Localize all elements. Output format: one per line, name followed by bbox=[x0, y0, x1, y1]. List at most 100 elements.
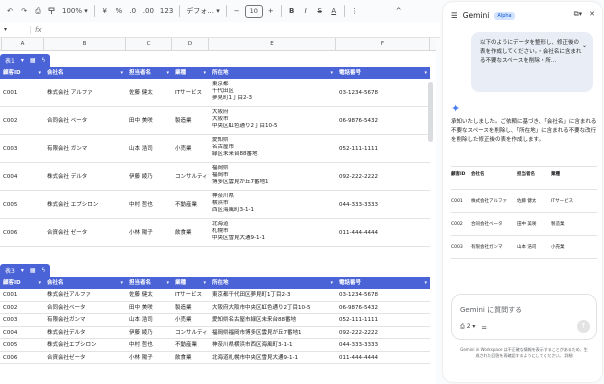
table-cell-person[interactable]: 山本 浩司 bbox=[126, 314, 172, 327]
table-cell-phone[interactable]: 03-1234-5678 bbox=[336, 79, 430, 107]
table-cell-company[interactable]: 有限会社 ガンマ bbox=[44, 135, 126, 163]
table-row[interactable]: C002 合同会社 ベータ 田中 美咲 製造業 大阪府 大阪市 中央区虹色通り2丁目10-5… bbox=[0, 107, 430, 135]
table-cell-id[interactable]: C001 bbox=[0, 289, 44, 302]
font-size-decrease-button[interactable]: − bbox=[231, 3, 243, 19]
table1-header-phone[interactable]: 電話番号 ▾ bbox=[336, 67, 430, 79]
table-row[interactable]: C005 株式会社 エプシロン 中村 哲也 不動産業 神奈川県 横浜市 西区海風町3-1-1… bbox=[0, 191, 430, 219]
table-cell-id[interactable]: C006 bbox=[0, 219, 44, 247]
table-cell-industry[interactable]: 小売業 bbox=[172, 135, 209, 163]
table-cell-phone[interactable]: 092-222-2222 bbox=[336, 163, 430, 191]
table-cell-address[interactable]: 大阪府大阪市中央区虹色通り2丁目10-5 bbox=[209, 302, 336, 315]
paint-format-button[interactable] bbox=[46, 3, 58, 19]
table-cell-id[interactable]: C001 bbox=[0, 79, 44, 107]
strikethrough-button[interactable]: S bbox=[314, 3, 326, 19]
table-row[interactable]: C004 株式会社デルタ 伊藤 綾乃 コンサルティ 福岡県福岡市博多区雲見が丘7番地1 0… bbox=[0, 327, 430, 340]
collapse-toolbar-button[interactable]: ^ bbox=[393, 3, 405, 19]
table1-header-id[interactable]: 顧客ID ▾ bbox=[0, 67, 44, 79]
lightning-icon[interactable]: ϟ bbox=[42, 267, 46, 274]
table-cell-id[interactable]: C002 bbox=[0, 302, 44, 315]
table3-header-company[interactable]: 会社名 ▾ bbox=[44, 277, 126, 289]
table-cell-company[interactable]: 合同会社 ベータ bbox=[44, 107, 126, 135]
table-cell-phone[interactable]: 052-111-1111 bbox=[336, 135, 430, 163]
table-cell-person[interactable]: 山本 浩司 bbox=[126, 135, 172, 163]
column-header-d[interactable]: D bbox=[172, 38, 209, 51]
text-color-button[interactable]: A bbox=[328, 3, 340, 19]
table-cell-person[interactable]: 伊藤 綾乃 bbox=[126, 163, 172, 191]
table-cell-phone[interactable]: 03-1234-5678 bbox=[336, 289, 430, 302]
table-cell-address[interactable]: 神奈川県横浜市西区海風町3-1-1 bbox=[209, 191, 336, 219]
table-cell-company[interactable]: 株式会社 デルタ bbox=[44, 163, 126, 191]
table-cell-phone[interactable]: 044-333-3333 bbox=[336, 191, 430, 219]
close-icon[interactable]: ✕ bbox=[589, 10, 595, 19]
table3-header-industry[interactable]: 業種 ▾ bbox=[172, 277, 209, 289]
table-cell-address[interactable]: 愛知県名古屋市緑区未来台88番地 bbox=[209, 314, 336, 327]
table-row[interactable]: C001 株式会社アルファ 佐藤 健太 ITサービス 東京都千代田区夢見町1丁目2-3 0… bbox=[0, 289, 430, 302]
table-cell-industry[interactable]: 不動産業 bbox=[172, 339, 209, 352]
table-cell-industry[interactable]: 不動産業 bbox=[172, 191, 209, 219]
table-cell-id[interactable]: C005 bbox=[0, 191, 44, 219]
table-cell-company[interactable]: 株式会社 アルファ bbox=[44, 79, 126, 107]
table-cell-phone[interactable]: 06-9876-5432 bbox=[336, 302, 430, 315]
table-cell-address[interactable]: 大阪府大阪市中央区虹色通り2丁目10-5 bbox=[209, 107, 336, 135]
send-button[interactable]: ↑ bbox=[577, 320, 590, 333]
table-cell-address[interactable]: 北海道札幌市中央区雪見大通9-1-1 bbox=[209, 352, 336, 365]
table1-header-address[interactable]: 所在地 ▾ bbox=[209, 67, 336, 79]
table3-header-phone[interactable]: 電話番号 ▾ bbox=[336, 277, 430, 289]
print-button[interactable]: ⎙ bbox=[32, 3, 44, 19]
table-cell-phone[interactable]: 092-222-2222 bbox=[336, 327, 430, 340]
table-cell-id[interactable]: C004 bbox=[0, 163, 44, 191]
table-cell-industry[interactable]: 製造業 bbox=[172, 302, 209, 315]
spreadsheet-grid[interactable]: A B C D E F 表1 ▾ ▦ ϟ 顧客ID ▾ 会社名 ▾ 担当者名 ▾ 業種 ▾… bbox=[0, 38, 436, 384]
currency-button[interactable]: ¥ bbox=[99, 3, 111, 19]
table-row[interactable]: C002 合同会社ベータ 田中 美咲 製造業 大阪府大阪市中央区虹色通り2丁目10-5 0… bbox=[0, 302, 430, 315]
percent-button[interactable]: % bbox=[113, 3, 125, 19]
table-cell-industry[interactable]: 小売業 bbox=[172, 314, 209, 327]
table-cell-person[interactable]: 佐藤 健太 bbox=[126, 79, 172, 107]
lightning-icon[interactable]: ϟ bbox=[42, 57, 46, 64]
table-cell-person[interactable]: 伊藤 綾乃 bbox=[126, 327, 172, 340]
table-cell-person[interactable]: 田中 美咲 bbox=[126, 107, 172, 135]
table-cell-industry[interactable]: ITサービス bbox=[172, 79, 209, 107]
table-view-icon[interactable]: ▦ bbox=[30, 267, 36, 274]
table-cell-address[interactable]: 福岡県福岡市博多区雲見が丘7番地1 bbox=[209, 327, 336, 340]
table-cell-person[interactable]: 小林 陽子 bbox=[126, 219, 172, 247]
table-cell-id[interactable]: C003 bbox=[0, 135, 44, 163]
table-cell-phone[interactable]: 052-111-1111 bbox=[336, 314, 430, 327]
table1-header-person[interactable]: 担当者名 ▾ bbox=[126, 67, 172, 79]
table1-tag[interactable]: 表1 ▾ ▦ ϟ bbox=[0, 54, 51, 67]
table-cell-company[interactable]: 合同会社ベータ bbox=[44, 302, 126, 315]
decrease-decimal-button[interactable]: .0 bbox=[127, 3, 139, 19]
vertical-scrollbar[interactable] bbox=[428, 82, 433, 142]
table-cell-id[interactable]: C002 bbox=[0, 107, 44, 135]
more-options-button[interactable]: ⋮ bbox=[349, 3, 361, 19]
table-cell-industry[interactable]: コンサルティ bbox=[172, 163, 209, 191]
table-cell-industry[interactable]: 飲食業 bbox=[172, 352, 209, 365]
font-size-increase-button[interactable]: + bbox=[265, 3, 277, 19]
table-row[interactable]: C004 株式会社 デルタ 伊藤 綾乃 コンサルティ 福岡県 福岡市 博多区雲見が丘7番地1… bbox=[0, 163, 430, 191]
table-cell-person[interactable]: 小林 陽子 bbox=[126, 352, 172, 365]
table-cell-phone[interactable]: 06-9876-5432 bbox=[336, 107, 430, 135]
table-cell-address[interactable]: 東京都千代田区夢見町1丁目2-3 bbox=[209, 79, 336, 107]
table-cell-company[interactable]: 株式会社 エプシロン bbox=[44, 191, 126, 219]
table-cell-company[interactable]: 株式会社デルタ bbox=[44, 327, 126, 340]
chevron-down-icon[interactable]: ⌄ bbox=[582, 41, 587, 50]
table3-header-address[interactable]: 所在地 ▾ bbox=[209, 277, 336, 289]
table-cell-id[interactable]: C004 bbox=[0, 327, 44, 340]
table1-header-company[interactable]: 会社名 ▾ bbox=[44, 67, 126, 79]
table-row[interactable]: C006 合資会社 ゼータ 小林 陽子 飲食業 北海道 札幌市 中央区雪見大通9-1-1 01… bbox=[0, 219, 430, 247]
table-cell-address[interactable]: 福岡県福岡市博多区雲見が丘7番地1 bbox=[209, 163, 336, 191]
menu-icon[interactable]: ☰ bbox=[451, 11, 458, 20]
file-count-icon[interactable]: ⎙ 2 ▾ bbox=[460, 323, 475, 331]
table-cell-company[interactable]: 合資会社ゼータ bbox=[44, 352, 126, 365]
column-header-c[interactable]: C bbox=[126, 38, 172, 51]
zoom-select[interactable]: 100% ▾ bbox=[60, 3, 90, 19]
column-header-f[interactable]: F bbox=[336, 38, 430, 51]
increase-decimal-button[interactable]: .00 bbox=[141, 3, 156, 19]
tune-icon[interactable]: ⚌ bbox=[481, 324, 486, 331]
table-row[interactable]: C001 株式会社 アルファ 佐藤 健太 ITサービス 東京都 千代田区 夢見町1丁目2-3… bbox=[0, 79, 430, 107]
table-row[interactable]: C005 株式会社エプシロン 中村 哲也 不動産業 神奈川県横浜市西区海風町3-1-1 0… bbox=[0, 339, 430, 352]
number-format-button[interactable]: 123 bbox=[158, 3, 175, 19]
table-view-icon[interactable]: ▦ bbox=[30, 57, 36, 64]
table-cell-phone[interactable]: 044-333-3333 bbox=[336, 339, 430, 352]
font-select[interactable]: デフォ... ▾ bbox=[184, 3, 221, 19]
